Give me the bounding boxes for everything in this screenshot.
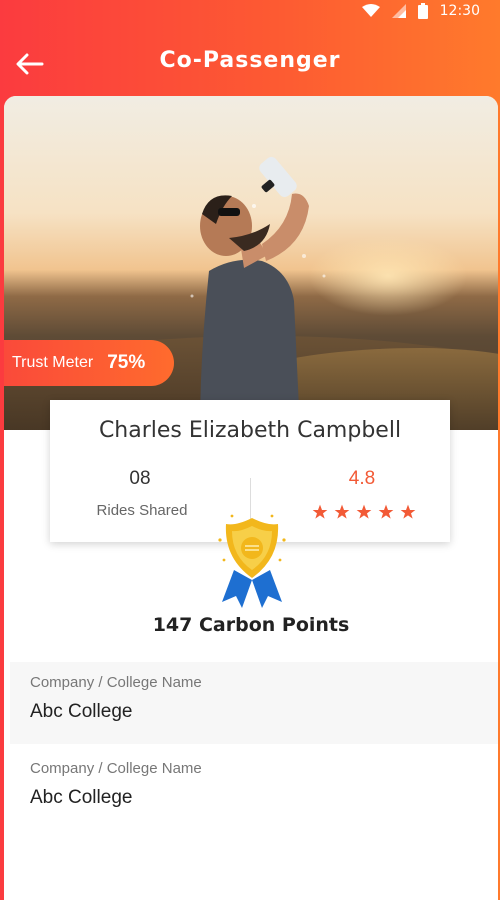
star-icon — [312, 504, 328, 519]
star-icon — [378, 504, 394, 519]
field-label: Company / College Name — [30, 760, 202, 777]
page-title: Co-Passenger — [159, 48, 341, 73]
trust-meter-label: Trust Meter — [12, 354, 94, 371]
profile-card: Trust Meter 75% Charles Elizabeth Campbe… — [4, 96, 498, 900]
battery-icon — [417, 3, 428, 19]
star-icon — [400, 504, 416, 519]
field-label: Company / College Name — [30, 674, 202, 691]
rides-count: 08 — [129, 468, 151, 489]
status-time: 12:30 — [439, 3, 480, 19]
field-value: Abc College — [30, 701, 133, 722]
medal-icon — [218, 514, 286, 608]
signal-icon — [391, 4, 406, 18]
trust-meter-value: 75% — [107, 352, 146, 373]
wifi-icon — [361, 4, 380, 17]
company-field: Company / College Name Abc College — [10, 662, 498, 744]
carbon-points: 147 Carbon Points — [152, 614, 350, 636]
trust-meter-badge: Trust Meter 75% — [4, 340, 174, 386]
rides-label: Rides Shared — [96, 502, 188, 519]
status-bar: 12:30 — [0, 0, 500, 24]
company-field: Company / College Name Abc College — [10, 748, 498, 830]
rating-value: 4.8 — [348, 468, 376, 489]
star-icon — [334, 504, 350, 519]
passenger-name: Charles Elizabeth Campbell — [98, 418, 402, 443]
rating-stars — [312, 504, 416, 520]
app-bar: Co-Passenger — [0, 36, 500, 92]
star-icon — [356, 504, 372, 519]
field-value: Abc College — [30, 787, 133, 808]
